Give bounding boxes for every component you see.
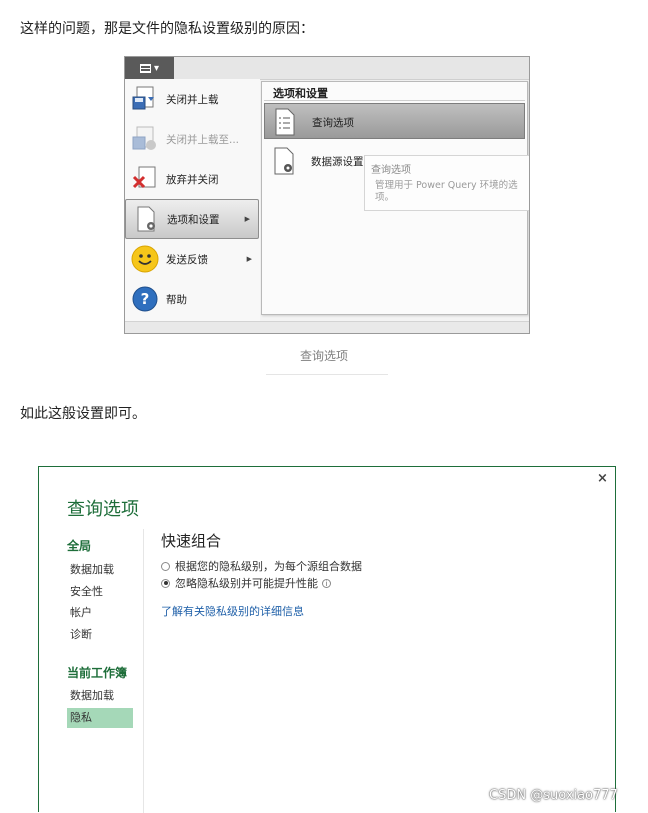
submenu-item-label: 数据源设置 (311, 156, 364, 168)
menu-item-label: 关闭并上载至... (166, 133, 240, 146)
file-menu-list: 关闭并上载 关闭并上载至... 放弃并关闭 选项和设置 ▶ 发送反馈 ▶ ? 帮… (125, 79, 260, 321)
close-and-load-icon (132, 86, 154, 110)
menu-item-label: 关闭并上载 (166, 93, 219, 106)
menu-item-label: 放弃并关闭 (166, 173, 219, 186)
file-menu-button[interactable]: ▾ (125, 57, 174, 79)
option-label: 根据您的隐私级别，为每个源组合数据 (175, 560, 362, 573)
submenu-item-label: 查询选项 (312, 117, 354, 129)
tooltip-title: 查询选项 (371, 165, 411, 176)
menu-item-discard-and-close[interactable]: 放弃并关闭 (125, 159, 260, 199)
nav-heading-global: 全局 (67, 539, 92, 553)
learn-more-link[interactable]: 了解有关隐私级别的详细信息 (161, 603, 304, 619)
menu-item-send-feedback[interactable]: 发送反馈 ▶ (125, 239, 260, 279)
intro-paragraph: 这样的问题，那是文件的隐私设置级别的原因： (20, 21, 314, 37)
nav-item-account[interactable]: 帐户 (67, 603, 133, 623)
submenu-arrow-icon: ▶ (244, 215, 250, 223)
nav-divider (143, 529, 144, 813)
option-label: 忽略隐私级别并可能提升性能 (175, 577, 318, 590)
menu-item-close-and-load-to[interactable]: 关闭并上载至... (125, 119, 260, 159)
menu-item-help[interactable]: ? 帮助 (125, 279, 260, 319)
help-icon: ? (132, 286, 158, 312)
menu-item-label: 发送反馈 (166, 253, 208, 266)
menu-item-label: 选项和设置 (167, 213, 220, 226)
query-options-dialog: × 查询选项 全局 数据加载 安全性 帐户 诊断 当前工作簿 数据加载 隐私 快… (38, 466, 616, 813)
data-source-settings-icon (274, 147, 294, 175)
nav-item-data-load[interactable]: 数据加载 (67, 560, 133, 580)
radio-button[interactable] (161, 561, 170, 571)
option-ignore-privacy[interactable]: 忽略隐私级别并可能提升性能 i (161, 575, 331, 591)
close-icon[interactable]: × (597, 471, 608, 486)
watermark: CSDN @suoxiao777 (489, 788, 618, 803)
excel-file-menu-screenshot: ▾ 关闭并上载 关闭并上载至... 放弃并关闭 选项和设置 ▶ 发送反馈 ▶ ?… (124, 56, 530, 334)
menu-item-label: 帮助 (166, 293, 187, 306)
ribbon-bar: ▾ (125, 57, 529, 80)
discard-and-close-icon (132, 166, 156, 189)
file-menu-icon (139, 63, 151, 73)
submenu-divider (264, 100, 525, 101)
svg-text:?: ? (141, 290, 150, 308)
options-settings-icon (137, 206, 155, 232)
status-strip (125, 321, 529, 333)
submenu-title: 选项和设置 (273, 87, 328, 100)
menu-item-options-and-settings[interactable]: 选项和设置 ▶ (125, 199, 259, 239)
nav-item-privacy[interactable]: 隐私 (67, 708, 133, 728)
instruction-paragraph: 如此这般设置即可。 (20, 406, 146, 422)
nav-item-diagnostics[interactable]: 诊断 (67, 625, 133, 645)
radio-button-selected[interactable] (161, 578, 170, 588)
nav-item-workbook-data-load[interactable]: 数据加载 (67, 686, 133, 706)
dropdown-arrow-icon: ▾ (153, 62, 160, 74)
query-options-icon (275, 108, 295, 136)
option-combine-by-privacy[interactable]: 根据您的隐私级别，为每个源组合数据 (161, 558, 362, 574)
dialog-title: 查询选项 (67, 499, 139, 520)
nav-heading-current-workbook: 当前工作簿 (67, 666, 128, 680)
caption-underline (266, 374, 388, 375)
submenu-arrow-icon: ▶ (246, 255, 252, 263)
tooltip-body: 管理用于 Power Query 环境的选项。 (375, 180, 518, 203)
image-caption: 查询选项 (299, 349, 348, 363)
submenu-item-query-options[interactable]: 查询选项 (264, 103, 525, 139)
nav-item-security[interactable]: 安全性 (67, 582, 133, 602)
query-options-tooltip: 查询选项 管理用于 Power Query 环境的选项。 (364, 155, 529, 211)
info-icon[interactable]: i (322, 578, 331, 588)
close-and-load-to-icon (132, 126, 156, 150)
smiley-icon (131, 245, 159, 273)
menu-item-close-and-load[interactable]: 关闭并上载 (125, 79, 260, 119)
section-title: 快速组合 (161, 532, 222, 550)
